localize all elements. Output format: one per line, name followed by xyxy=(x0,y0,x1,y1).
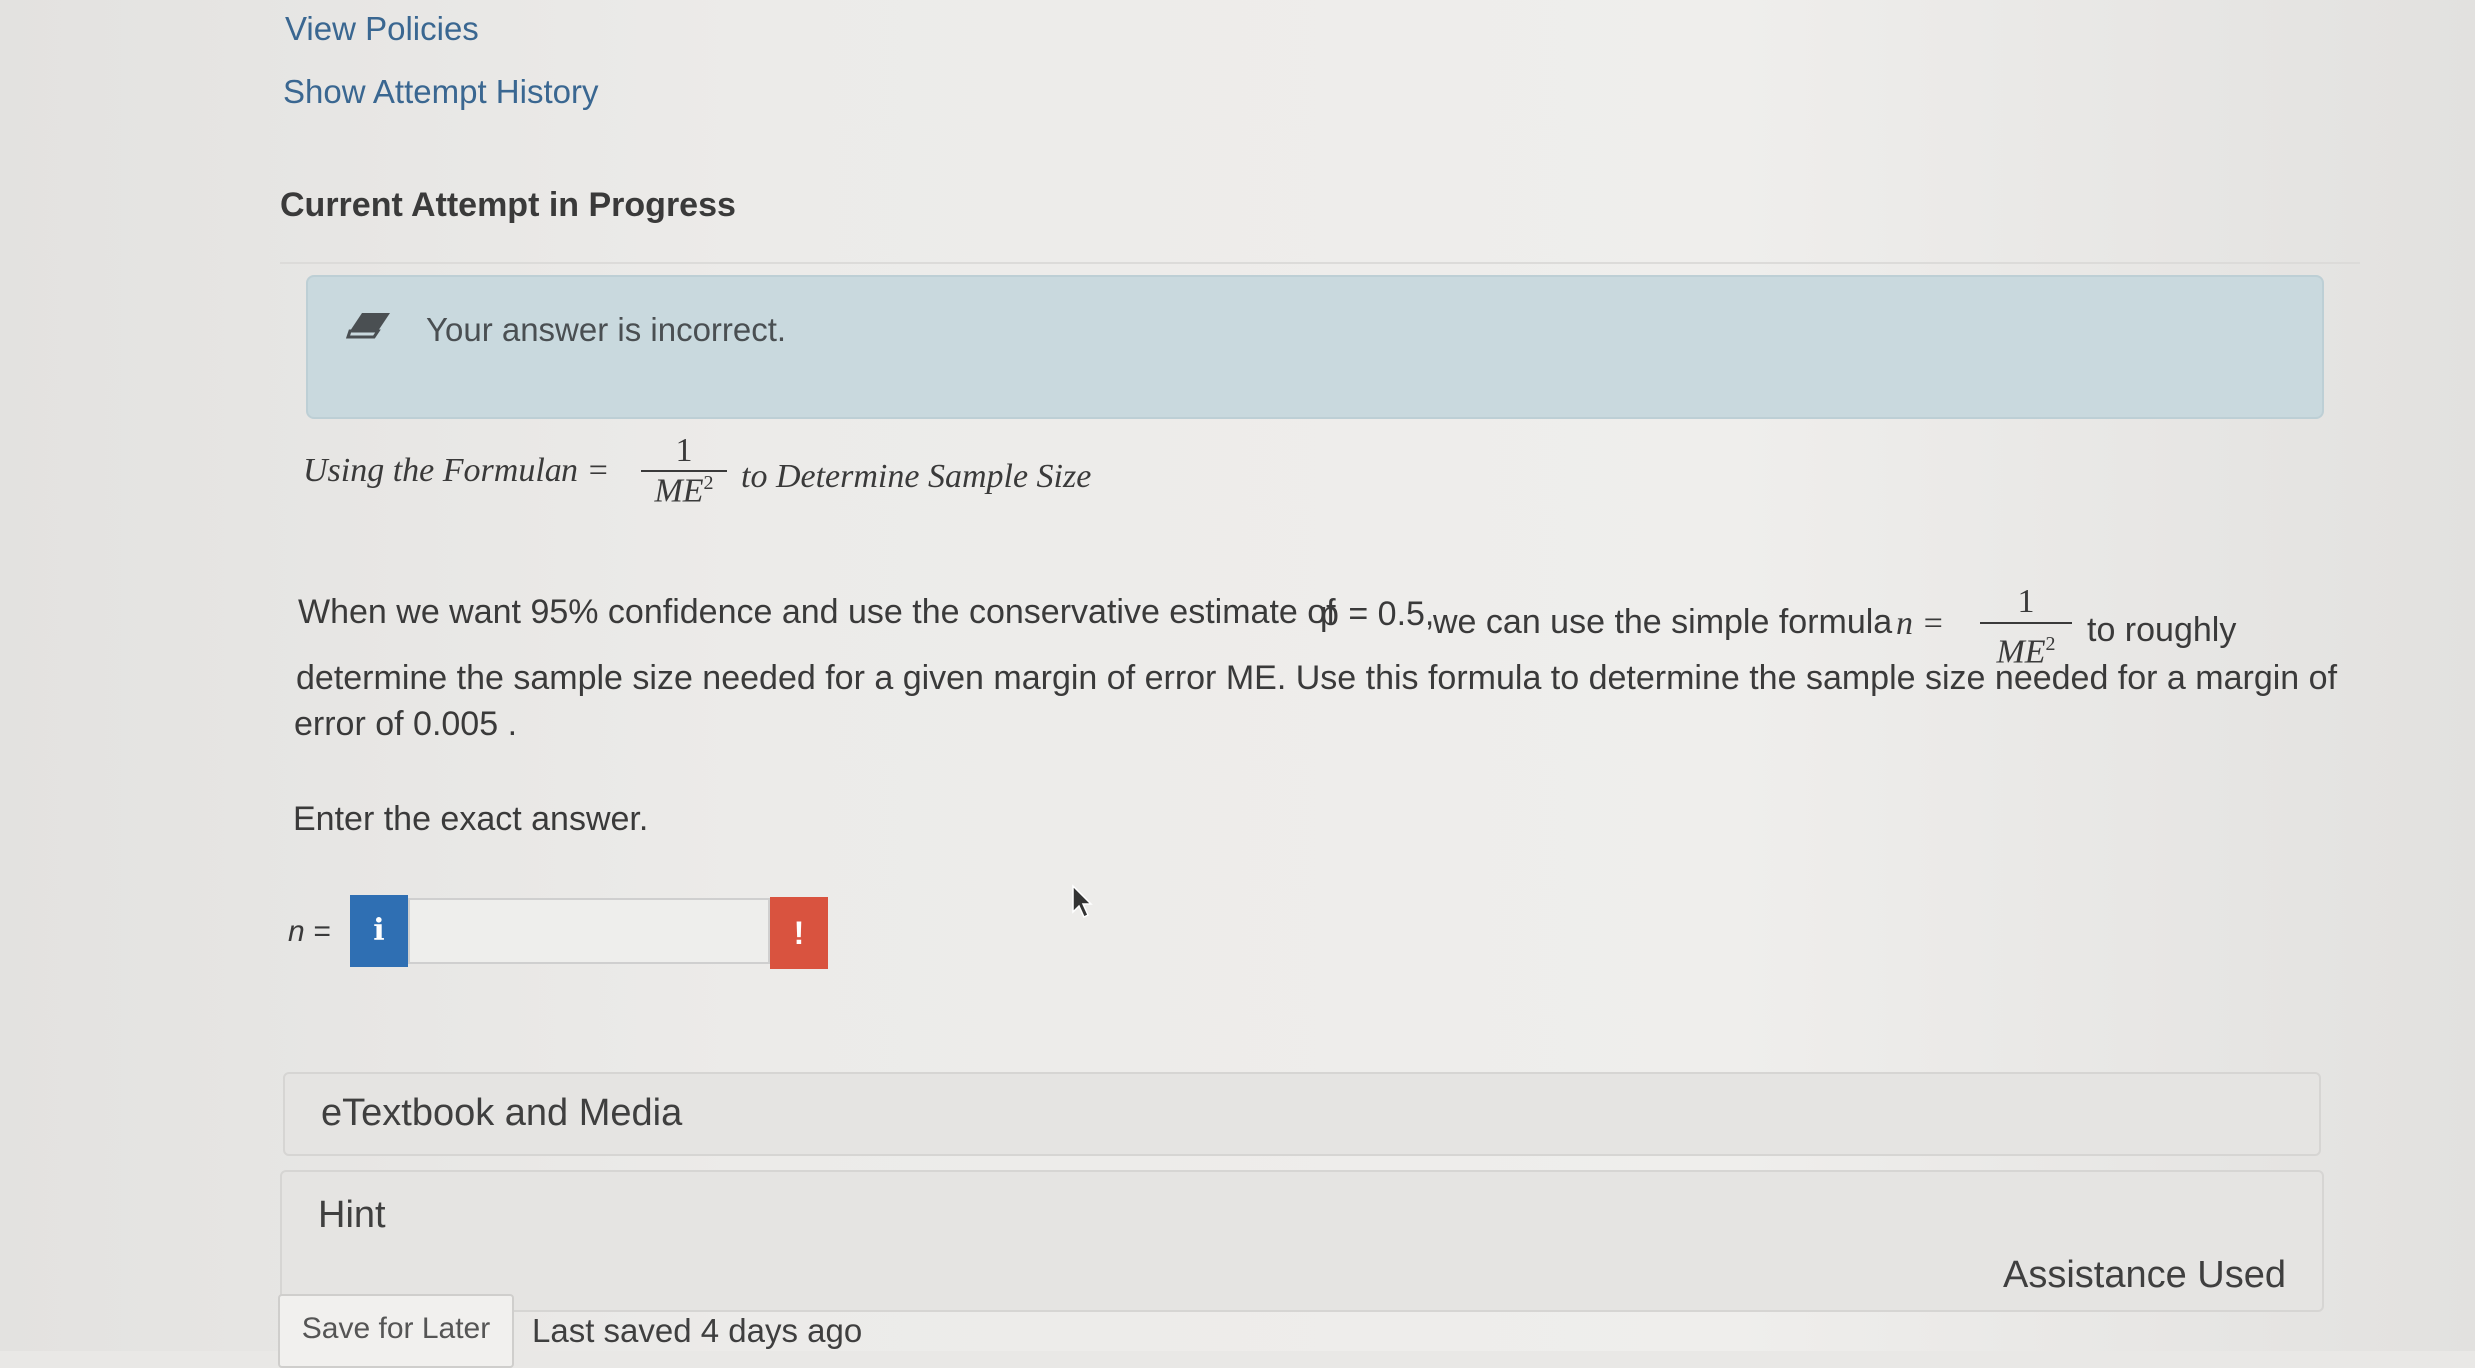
mouse-cursor-icon xyxy=(1072,884,1093,919)
question-heading: Using the Formula n = 1 ME2 to Determine… xyxy=(303,432,1203,542)
para-line3: error of 0.005 . xyxy=(294,705,518,743)
heading-fraction: 1 ME2 xyxy=(641,432,727,510)
fraction-numerator: 1 xyxy=(675,432,693,469)
etextbook-media-panel[interactable]: eTextbook and Media xyxy=(283,1072,2321,1156)
para-line1-n: n = xyxy=(1896,605,1945,642)
answer-input[interactable] xyxy=(408,898,770,964)
para-line1-a: When we want 95% confidence and use the … xyxy=(298,593,1336,631)
answer-row: n = i ! xyxy=(288,895,848,975)
fraction-denominator: ME2 xyxy=(641,472,727,510)
page: View Policies Show Attempt History Curre… xyxy=(0,0,2475,1368)
hint-label: Hint xyxy=(318,1194,386,1236)
para-line1-b: we can use the simple formula xyxy=(1433,603,1893,641)
info-button[interactable]: i xyxy=(350,895,408,967)
etextbook-label: eTextbook and Media xyxy=(321,1092,683,1134)
view-policies-link[interactable]: View Policies xyxy=(285,10,479,48)
instruction-text: Enter the exact answer. xyxy=(293,800,649,838)
heading-suffix: to Determine Sample Size xyxy=(741,458,1092,495)
para-line1-c: to roughly xyxy=(2087,611,2237,649)
heading-prefix: Using the Formula xyxy=(303,452,562,489)
save-for-later-button[interactable]: Save for Later xyxy=(278,1294,514,1368)
assistance-used-label: Assistance Used xyxy=(2002,1254,2286,1296)
show-attempt-history-link[interactable]: Show Attempt History xyxy=(283,73,598,111)
eraser-icon xyxy=(346,313,390,339)
warning-button[interactable]: ! xyxy=(770,897,828,969)
denominator-exponent: 2 xyxy=(703,472,714,494)
para-line1-p: p = 0.5, xyxy=(1320,595,1435,633)
para-fraction-numerator: 1 xyxy=(2017,583,2035,620)
denominator-base: ME xyxy=(654,472,704,510)
feedback-message: Your answer is incorrect. xyxy=(426,311,787,348)
heading-variable: n = xyxy=(561,452,610,489)
last-saved-status: Last saved 4 days ago xyxy=(532,1312,863,1349)
para-line2: determine the sample size needed for a g… xyxy=(296,659,2338,697)
attempt-title: Current Attempt in Progress xyxy=(280,186,736,224)
feedback-banner: Your answer is incorrect. xyxy=(306,275,2324,419)
answer-label: n = xyxy=(288,915,331,948)
hint-panel[interactable]: Hint Assistance Used xyxy=(280,1170,2324,1312)
divider xyxy=(280,262,2360,264)
